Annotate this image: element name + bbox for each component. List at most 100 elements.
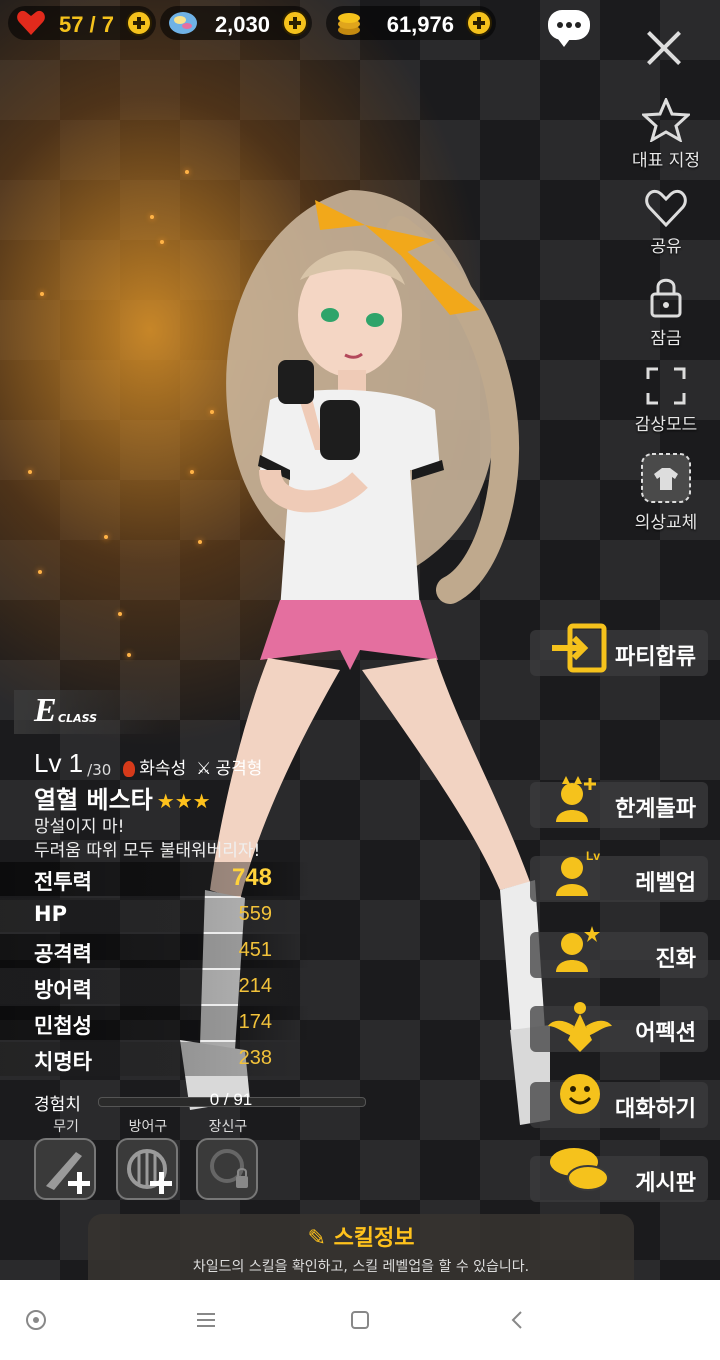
gem-display: 2,030 [160, 6, 312, 40]
party-join-button[interactable]: 파티합류 [530, 623, 708, 676]
class-badge: E CLASS [14, 690, 164, 734]
stat-row-agility: 민첩성 174 [0, 1006, 310, 1040]
star-icon [642, 98, 690, 142]
back-button[interactable] [506, 1308, 530, 1332]
share-label: 공유 [650, 237, 682, 257]
quote-line-1: 망설이지 마! [34, 817, 125, 837]
level-up-label: 레벨업 [635, 871, 696, 896]
gold-coin-icon [338, 13, 360, 35]
lock-label: 잠금 [650, 329, 682, 349]
weapon-slot[interactable] [34, 1138, 96, 1200]
costume-icon [641, 453, 691, 503]
heart-icon [17, 10, 45, 35]
stamina-value: 57 / 7 [58, 12, 114, 37]
add-weapon-icon [68, 1172, 90, 1194]
stat-row-critical: 치명타 238 [0, 1042, 310, 1076]
stat-label: 민첩성 [34, 1014, 92, 1038]
gold-display: 61,976 [326, 6, 496, 40]
stat-value: 238 [238, 1047, 272, 1069]
experience-label: 경험치 [34, 1095, 81, 1115]
home-button[interactable] [348, 1308, 372, 1332]
gem-icon [169, 12, 197, 34]
stat-row-hp: HP 559 [0, 898, 310, 932]
armor-slot-label: 방어구 [128, 1119, 168, 1135]
add-stamina-button[interactable] [126, 10, 152, 36]
stat-label: 방어력 [34, 978, 92, 1002]
stat-label: 전투력 [34, 870, 92, 894]
view-mode-label: 감상모드 [634, 415, 698, 435]
smile-icon [560, 1074, 600, 1114]
weapon-slot-label: 무기 [53, 1119, 79, 1135]
speech-bubbles-icon [550, 1148, 609, 1191]
costume-change-label: 의상교체 [634, 513, 698, 533]
share-button[interactable]: 공유 [620, 188, 712, 257]
evolve-icon [556, 926, 600, 972]
character-name-row: 열혈 베스타 ★★★ [34, 780, 211, 815]
skill-info-title-text: 스킬정보 [333, 1226, 415, 1251]
stat-label: 공격력 [34, 942, 92, 966]
set-representative-button[interactable]: 대표 지정 [620, 98, 712, 171]
talk-label: 대화하기 [615, 1097, 696, 1122]
stat-value: 748 [231, 864, 272, 891]
lock-icon [650, 278, 682, 318]
stat-label: HP [34, 902, 67, 926]
limit-break-icon [556, 776, 596, 822]
level-row: Lv 1 /30 화속성 ⚔ 공격형 [34, 748, 262, 779]
evolve-button[interactable]: 진화 [530, 926, 708, 978]
stat-row-attack: 공격력 451 [0, 934, 310, 968]
skill-info-description: 차일드의 스킬을 확인하고, 스킬 레벨업을 할 수 있습니다. [192, 1259, 530, 1275]
skill-icon: ✎ [307, 1226, 334, 1251]
stat-row-defense: 방어력 214 [0, 970, 310, 1004]
experience-value: 0 / 91 [209, 1090, 253, 1109]
board-button[interactable]: 게시판 [530, 1148, 708, 1202]
screen: 57 / 7 2,030 61,976 대표 지정 공유 잠금 감상모드 의상교… [0, 0, 720, 1280]
skill-info-panel[interactable]: ✎ 스킬정보 차일드의 스킬을 확인하고, 스킬 레벨업을 할 수 있습니다. [88, 1214, 634, 1280]
skill-info-title: ✎ 스킬정보 [88, 1220, 634, 1252]
fullscreen-icon [646, 367, 686, 405]
stat-value: 214 [238, 975, 272, 997]
quote-line-2: 두려움 따위 모두 불태워버리자! [34, 841, 261, 861]
accessory-slot[interactable] [196, 1138, 258, 1200]
level-up-button[interactable]: Lv 레벨업 [530, 849, 708, 902]
necklace-icon [210, 1149, 248, 1188]
level-up-icon: Lv [556, 849, 600, 896]
accessory-slot-label: 장신구 [208, 1119, 248, 1135]
menu-button[interactable] [194, 1308, 218, 1332]
level-value: Lv 1 [34, 748, 84, 778]
limit-break-button[interactable]: 한계돌파 [530, 776, 708, 828]
stat-value: 559 [238, 903, 272, 925]
talk-button[interactable]: 대화하기 [530, 1074, 708, 1128]
add-gold-button[interactable] [466, 10, 492, 36]
stat-value: 451 [238, 939, 272, 961]
add-gems-button[interactable] [282, 10, 308, 36]
party-join-label: 파티합류 [615, 645, 696, 670]
limit-break-label: 한계돌파 [615, 797, 696, 822]
chat-button[interactable] [548, 10, 590, 47]
enter-icon [552, 623, 607, 673]
heart-outline-icon [645, 189, 687, 228]
assistant-button[interactable] [24, 1308, 48, 1332]
stamina-display: 57 / 7 [8, 6, 156, 40]
board-label: 게시판 [635, 1171, 696, 1196]
stat-row-power: 전투력 748 [0, 862, 310, 896]
close-button[interactable] [644, 28, 684, 68]
class-letter: E [34, 692, 57, 729]
rarity-stars: ★★★ [156, 789, 211, 813]
costume-change-button[interactable]: 의상교체 [620, 452, 712, 533]
view-mode-button[interactable]: 감상모드 [620, 366, 712, 435]
winged-emblem-icon [548, 1002, 612, 1052]
level-max: /30 [87, 761, 112, 779]
affection-label: 어펙션 [635, 1021, 696, 1046]
evolve-label: 진화 [655, 947, 696, 972]
armor-slot[interactable] [116, 1138, 178, 1200]
stat-label: 치명타 [34, 1050, 92, 1074]
svg-text:Lv: Lv [586, 849, 600, 863]
stat-value: 174 [238, 1011, 272, 1033]
affection-button[interactable]: 어펙션 [530, 1002, 708, 1052]
lock-button[interactable]: 잠금 [620, 276, 712, 349]
set-representative-label: 대표 지정 [632, 151, 700, 171]
crossed-swords-icon: ⚔ [196, 759, 212, 779]
character-name: 열혈 베스타 [34, 786, 153, 814]
class-word: CLASS [58, 712, 98, 725]
gem-value: 2,030 [214, 12, 270, 37]
